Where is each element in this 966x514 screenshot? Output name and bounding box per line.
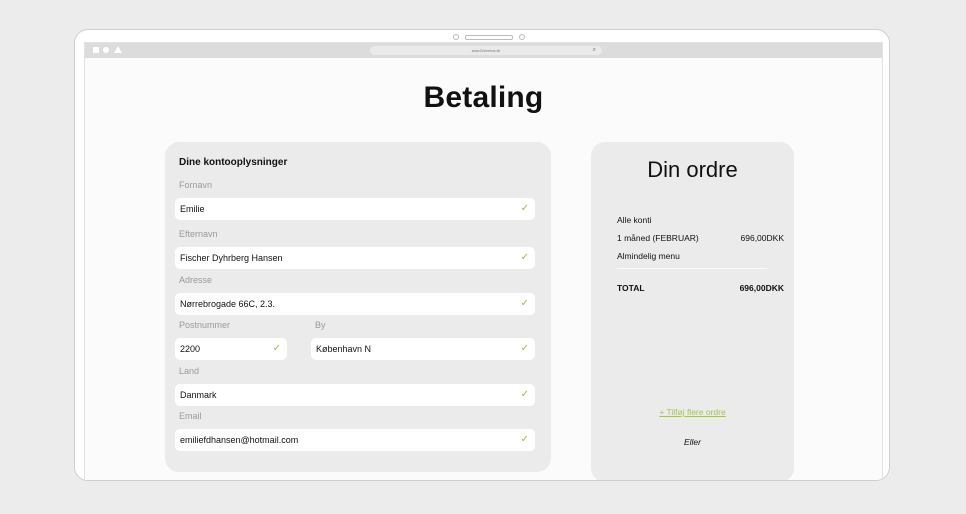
address-field[interactable]: Nørrebrogade 66C, 2.3. ✓ — [175, 293, 535, 315]
email-field[interactable]: emiliefdhansen@hotmail.com ✓ — [175, 429, 535, 451]
city-label: By — [315, 320, 326, 330]
url-text: www.Divinehus.dk — [471, 48, 501, 53]
check-icon: ✓ — [272, 343, 281, 354]
postal-code-value: 2200 — [180, 344, 201, 354]
address-bar[interactable]: www.Divinehus.dk ⌕ — [370, 46, 602, 55]
last-name-label: Efternavn — [179, 229, 218, 239]
order-price: 696,00DKK — [740, 233, 784, 243]
account-details-card: Dine kontooplysninger Fornavn Emilie ✓ E… — [165, 142, 551, 472]
camera-dot — [453, 34, 459, 40]
check-icon: ✓ — [520, 298, 529, 309]
order-summary-card: Din ordre Alle konti 1 måned (FEBRUAR) 6… — [591, 142, 794, 480]
check-icon: ✓ — [520, 389, 529, 400]
city-value: København N — [316, 344, 372, 354]
check-icon: ✓ — [520, 434, 529, 445]
section-title: Dine kontooplysninger — [179, 157, 288, 168]
add-more-orders-link[interactable]: + Tilføj flere ordre — [591, 407, 794, 417]
address-value: Nørrebrogade 66C, 2.3. — [180, 299, 276, 309]
check-icon: ✓ — [520, 343, 529, 354]
order-title: Din ordre — [647, 157, 738, 182]
order-divider — [617, 268, 767, 269]
square-icon[interactable] — [93, 47, 99, 53]
country-label: Land — [179, 366, 200, 376]
postal-code-label: Postnummer — [179, 320, 231, 330]
device-frame: www.Divinehus.dk ⌕ Betaling Dine kontoop… — [74, 29, 890, 481]
last-name-value: Fischer Dyhrberg Hansen — [180, 253, 283, 263]
email-value: emiliefdhansen@hotmail.com — [180, 435, 299, 445]
order-menu: Almindelig menu — [617, 251, 680, 261]
speaker-bar — [465, 34, 513, 40]
total-label: TOTAL — [617, 283, 645, 293]
address-label: Adresse — [179, 275, 213, 285]
circle-icon[interactable] — [103, 47, 109, 53]
browser-toolbar: www.Divinehus.dk ⌕ — [85, 43, 882, 58]
total-value: 696,00DKK — [739, 283, 784, 293]
check-icon: ✓ — [520, 203, 529, 214]
search-icon[interactable]: ⌕ — [593, 46, 596, 55]
city-field[interactable]: København N ✓ — [311, 338, 535, 360]
country-field[interactable]: Danmark ✓ — [175, 384, 535, 406]
order-period: 1 måned (FEBRUAR) — [617, 233, 699, 243]
browser-window: www.Divinehus.dk ⌕ Betaling Dine kontoop… — [84, 42, 883, 480]
order-plan: Alle konti — [617, 215, 652, 225]
first-name-label: Fornavn — [179, 180, 213, 190]
last-name-field[interactable]: Fischer Dyhrberg Hansen ✓ — [175, 247, 535, 269]
country-value: Danmark — [180, 390, 217, 400]
check-icon: ✓ — [520, 252, 529, 263]
email-label: Email — [179, 411, 202, 421]
sensor-dot — [519, 34, 525, 40]
device-camera — [453, 34, 525, 40]
page-title: Betaling — [423, 81, 544, 114]
or-text: Eller — [683, 437, 701, 447]
postal-code-field[interactable]: 2200 ✓ — [175, 338, 287, 360]
triangle-icon[interactable] — [114, 46, 122, 53]
first-name-value: Emilie — [180, 204, 205, 214]
first-name-field[interactable]: Emilie ✓ — [175, 198, 535, 220]
